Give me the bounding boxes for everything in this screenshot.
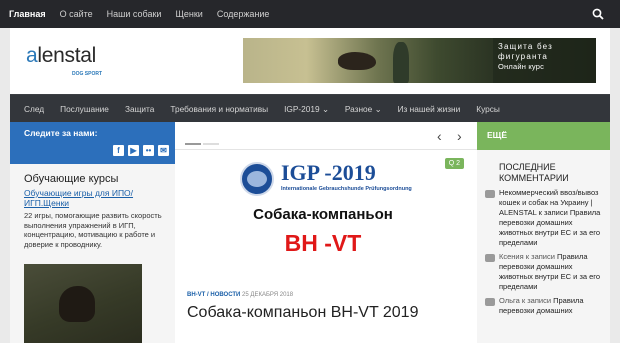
left-sidebar: Следите за нами: f ▶ •• ✉ Обучающие курс… bbox=[10, 122, 175, 343]
post-title[interactable]: Собака-компаньон BH-VT 2019 bbox=[187, 304, 418, 322]
post-category-bhvt[interactable]: BH-VT bbox=[187, 292, 205, 298]
comment-icon bbox=[485, 190, 495, 198]
topnav-our-dogs[interactable]: Наши собаки bbox=[100, 0, 169, 28]
courses-widget: Обучающие курсы Обучающие игры для ИПО/И… bbox=[10, 164, 175, 249]
facebook-icon[interactable]: f bbox=[113, 145, 124, 156]
comment-icon bbox=[485, 298, 495, 306]
more-tab[interactable]: ЕЩЁ bbox=[477, 122, 610, 150]
post-date: 25 ДЕКАБРЯ 2018 bbox=[242, 292, 294, 298]
recent-comments-heading: ПОСЛЕДНИЕ КОММЕНТАРИИ bbox=[499, 162, 569, 183]
banner-line-1: Защита без bbox=[498, 42, 554, 51]
comment-author: Ольга к записи bbox=[499, 296, 552, 305]
igp-title: IGP -2019 bbox=[281, 160, 376, 185]
slider-dot[interactable] bbox=[185, 143, 201, 145]
course-dog-image bbox=[59, 286, 95, 322]
comment-author: Ксения к записи bbox=[499, 252, 555, 261]
main-content: ‹ › Q 2 IGP -2019 Internationale Gebrauc… bbox=[175, 122, 477, 343]
search-icon[interactable] bbox=[592, 8, 604, 20]
course-image[interactable] bbox=[24, 264, 142, 343]
topnav-about[interactable]: О сайте bbox=[53, 0, 100, 28]
banner-caption: Защита без фигуранта Онлайн курс bbox=[493, 38, 596, 83]
topnav-contents[interactable]: Содержание bbox=[210, 0, 277, 28]
nav-our-life[interactable]: Из нашей жизни bbox=[390, 104, 469, 114]
nav-courses[interactable]: Курсы bbox=[468, 104, 508, 114]
slide-red-title: BH -VT bbox=[284, 230, 362, 256]
site-logo[interactable]: alenstal DOG SPORT bbox=[26, 44, 102, 77]
slider-prev-icon[interactable]: ‹ bbox=[437, 128, 442, 144]
featured-slide[interactable]: Q 2 IGP -2019 Internationale Gebrauchshu… bbox=[185, 150, 471, 279]
course-banner[interactable]: Защита без фигуранта Онлайн курс bbox=[243, 38, 596, 83]
site-header: alenstal DOG SPORT Защита без фигуранта … bbox=[10, 28, 610, 94]
recent-comment: Ксения к записи Правила перевозки домашн… bbox=[477, 248, 602, 292]
social-icons: f ▶ •• ✉ bbox=[113, 145, 169, 156]
nav-misc[interactable]: Разное ⌄ bbox=[337, 104, 390, 114]
banner-line-3: Онлайн курс bbox=[498, 62, 545, 71]
recent-comment: Некоммерческий ввоз/вывоз кошек и собак … bbox=[477, 184, 602, 248]
post-meta: BH-VT / НОВОСТИ 25 ДЕКАБРЯ 2018 bbox=[187, 292, 294, 298]
comments-count-badge[interactable]: Q 2 bbox=[444, 158, 464, 169]
topnav-home[interactable]: Главная bbox=[2, 0, 53, 28]
nav-igp-2019[interactable]: IGP-2019 ⌄ bbox=[276, 104, 337, 114]
nav-requirements[interactable]: Требования и нормативы bbox=[162, 104, 276, 114]
slider-pagination bbox=[185, 143, 219, 145]
nav-tracking[interactable]: След bbox=[16, 104, 52, 114]
email-icon[interactable]: ✉ bbox=[158, 145, 169, 156]
post-category-news[interactable]: НОВОСТИ bbox=[210, 292, 240, 298]
logo-subtitle: DOG SPORT bbox=[72, 71, 103, 77]
igp-subtitle: Internationale Gebrauchshunde Prüfungsor… bbox=[281, 186, 412, 192]
follow-title: Следите за нами: bbox=[24, 128, 98, 138]
slider-controls: ‹ › bbox=[175, 122, 477, 150]
banner-line-2: фигуранта bbox=[498, 52, 549, 61]
fci-logo-icon bbox=[240, 162, 274, 196]
follow-widget: Следите за нами: f ▶ •• ✉ bbox=[10, 122, 175, 164]
youtube-icon[interactable]: ▶ bbox=[128, 145, 139, 156]
course-link[interactable]: Обучающие игры для ИПО/ИГП.Щенки bbox=[24, 188, 164, 208]
comment-icon bbox=[485, 254, 495, 262]
flickr-icon[interactable]: •• bbox=[143, 145, 154, 156]
nav-igp-2019-label: IGP-2019 bbox=[284, 103, 320, 114]
logo-letter: a bbox=[26, 44, 38, 67]
nav-obedience[interactable]: Послушание bbox=[52, 104, 117, 114]
right-sidebar: ЕЩЁ ПОСЛЕДНИЕ КОММЕНТАРИИ Некоммерческий… bbox=[477, 122, 610, 343]
top-nav: Главная О сайте Наши собаки Щенки Содерж… bbox=[2, 0, 276, 28]
course-description: 22 игры, помогающие развить скорость вып… bbox=[24, 211, 162, 249]
banner-dog-image bbox=[338, 52, 376, 70]
banner-person-image bbox=[393, 42, 409, 83]
courses-title: Обучающие курсы bbox=[24, 173, 119, 185]
slide-headline: Собака-компаньон bbox=[253, 206, 393, 223]
comment-link[interactable]: Некоммерческий ввоз/вывоз кошек и собак … bbox=[499, 188, 600, 247]
topnav-puppies[interactable]: Щенки bbox=[168, 0, 209, 28]
nav-misc-label: Разное bbox=[344, 103, 373, 114]
chevron-down-icon: ⌄ bbox=[374, 103, 382, 114]
top-bar: Главная О сайте Наши собаки Щенки Содерж… bbox=[0, 0, 620, 28]
main-nav: След Послушание Защита Требования и норм… bbox=[10, 94, 610, 122]
nav-protection[interactable]: Защита bbox=[117, 104, 162, 114]
chevron-down-icon: ⌄ bbox=[321, 103, 329, 114]
recent-comment: Ольга к записи Правила перевозки домашни… bbox=[477, 292, 602, 316]
slider-dot[interactable] bbox=[203, 143, 219, 145]
slider-next-icon[interactable]: › bbox=[457, 128, 462, 144]
logo-name: lenstal bbox=[37, 44, 96, 67]
